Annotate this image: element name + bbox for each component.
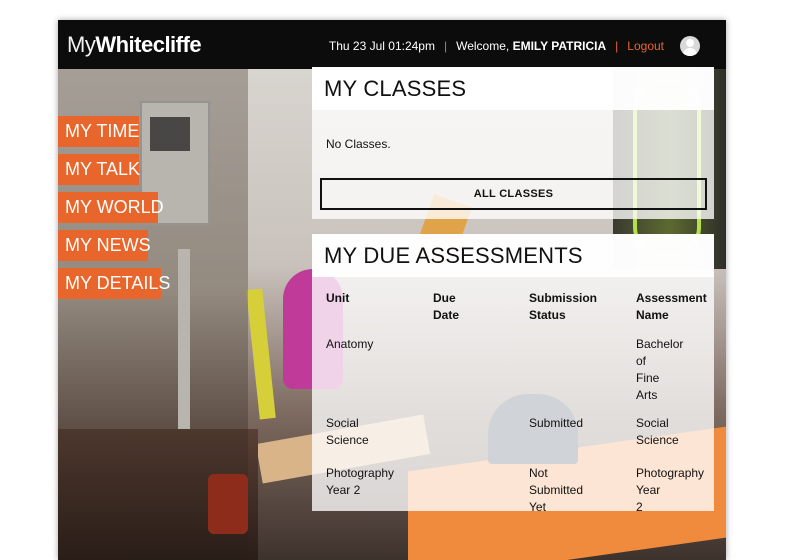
column-header-status: Submission Status [529,291,598,322]
my-classes-panel: MY CLASSES No Classes. ALL CLASSES [312,67,714,219]
welcome-message: Welcome, EMILY PATRICIA [456,38,606,54]
all-classes-button[interactable]: ALL CLASSES [320,178,707,210]
top-bar: MyWhitecliffe Thu 23 Jul 01:24pm | Welco… [58,20,726,69]
panel-title: MY DUE ASSESSMENTS [324,243,583,268]
panel-title: MY CLASSES [324,76,467,101]
side-nav: MY TIME MY TALK MY WORLD MY NEWS MY DETA… [58,116,170,306]
no-classes-text: No Classes. [326,137,391,151]
logo-prefix: My [67,32,96,57]
separator: | [443,39,448,53]
site-logo[interactable]: MyWhitecliffe [67,32,202,57]
column-header-name: Assessment Name [636,291,707,322]
column-header-due: Due Date [433,291,460,322]
table-cell-unit: Social Science [326,416,369,447]
app-window: MyWhitecliffe Thu 23 Jul 01:24pm | Welco… [58,20,726,560]
logo-name: Whitecliffe [95,32,202,57]
nav-my-news[interactable]: MY NEWS [58,230,151,261]
column-header-unit: Unit [326,291,350,305]
current-datetime: Thu 23 Jul 01:24pm [328,39,435,53]
table-cell-name: Social Science [636,416,679,447]
nav-my-time[interactable]: MY TIME [58,116,139,147]
table-cell-name: Bachelor of Fine Arts [636,337,684,402]
my-due-assessments-panel: MY DUE ASSESSMENTS Unit Due Date Submission… [312,234,714,514]
nav-my-details[interactable]: MY DETAILS [58,268,170,299]
user-name: EMILY PATRICIA [512,39,607,53]
table-cell-status: Submitted [529,416,584,430]
nav-my-talk[interactable]: MY TALK [58,154,140,185]
nav-my-world[interactable]: MY WORLD [58,192,164,223]
avatar-icon[interactable] [680,36,700,56]
user-info-bar: Thu 23 Jul 01:24pm | Welcome, EMILY PATR… [329,36,700,56]
separator: | [615,39,619,53]
table-cell-unit: Anatomy [326,337,374,351]
table-cell-name: Photography Year 2 [636,466,705,514]
welcome-prefix: Welcome, [456,39,510,53]
table-cell-unit: Photography Year 2 [326,466,395,497]
logout-link[interactable]: Logout [627,38,664,54]
table-cell-status: Not Submitted Yet [529,466,584,514]
